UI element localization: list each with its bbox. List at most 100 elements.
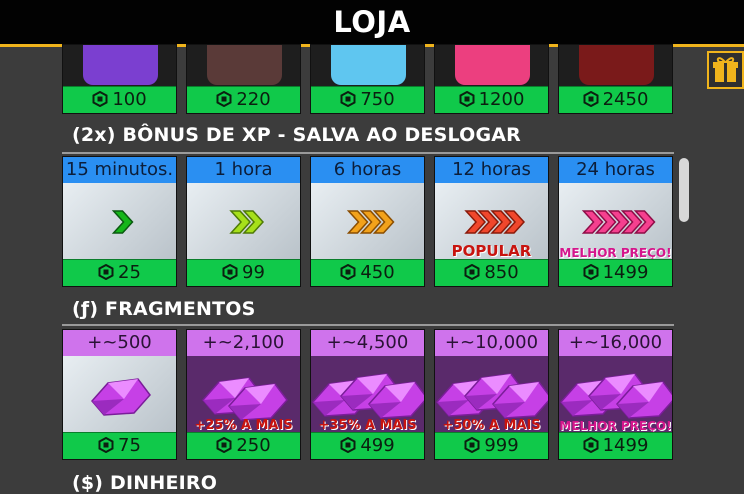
xp-boost-card[interactable]: 15 minutos. 25 [62, 156, 177, 287]
xp-arrows-icon [229, 210, 265, 234]
xp-duration-label: 1 hora [187, 157, 300, 183]
robux-icon [92, 91, 108, 107]
item-tag: +50% A MAIS [442, 418, 541, 433]
fragment-card[interactable]: +~2,100 +25% A MAIS 250 [186, 329, 301, 460]
xp-boost-card[interactable]: 12 horas POPULAR 850 [434, 156, 549, 287]
fragment-card[interactable]: +~4,500 +35% A MAIS 499 [310, 329, 425, 460]
xp-boost-card[interactable]: 24 horas MELHOR PREÇO! 1499 [558, 156, 673, 287]
fragment-amount-label: +~16,000 [559, 330, 672, 356]
xp-boost-card[interactable]: 1 hora 99 [186, 156, 301, 287]
fragment-amount-label: +~10,000 [435, 330, 548, 356]
section-title-money: ($) DINHEIRO [72, 472, 218, 494]
xp-duration-label: 6 horas [311, 157, 424, 183]
price-button[interactable]: 100 [63, 86, 176, 113]
price-value: 100 [112, 89, 147, 110]
item-image [63, 183, 176, 262]
price-button[interactable]: 220 [187, 86, 300, 113]
item-image [187, 45, 300, 89]
item-image: POPULAR [435, 183, 548, 262]
robux-icon [459, 91, 475, 107]
gift-icon [713, 57, 738, 82]
robux-icon [583, 264, 599, 280]
price-button[interactable]: 750 [311, 86, 424, 113]
fragment-amount-label: +~4,500 [311, 330, 424, 356]
price-value: 250 [236, 435, 271, 456]
price-value: 2450 [602, 89, 649, 110]
robux-icon [340, 264, 356, 280]
item-image [63, 45, 176, 89]
section-divider [62, 152, 674, 154]
robux-icon [98, 264, 114, 280]
price-button[interactable]: 75 [63, 432, 176, 459]
robux-icon [98, 437, 114, 453]
fragment-crystal-icon [91, 378, 151, 416]
top-bar: LOJA [0, 0, 744, 47]
price-button[interactable]: 850 [435, 259, 548, 286]
price-value: 1499 [602, 435, 649, 456]
xp-boost-card[interactable]: 6 horas 450 [310, 156, 425, 287]
robux-icon [340, 91, 356, 107]
item-image: +35% A MAIS [311, 356, 424, 435]
item-image [311, 45, 424, 89]
item-tag: +25% A MAIS [194, 418, 293, 433]
page-title: LOJA [333, 5, 411, 39]
xp-arrows-icon [111, 210, 134, 234]
price-button[interactable]: 450 [311, 259, 424, 286]
robux-icon [340, 437, 356, 453]
item-tag: POPULAR [451, 242, 532, 260]
scrollbar[interactable] [679, 158, 689, 222]
section-divider [62, 324, 674, 326]
fragment-card[interactable]: +~500 75 [62, 329, 177, 460]
price-value: 850 [484, 262, 519, 283]
gift-button[interactable] [707, 51, 744, 89]
robux-icon [216, 91, 232, 107]
price-button[interactable]: 499 [311, 432, 424, 459]
fragment-card[interactable]: +~10,000 +50% A MAIS 999 [434, 329, 549, 460]
fragment-amount-label: +~500 [63, 330, 176, 356]
robux-icon [464, 437, 480, 453]
robux-icon [583, 91, 599, 107]
item-image: MELHOR PREÇO! [559, 356, 672, 435]
price-button[interactable]: 99 [187, 259, 300, 286]
price-value: 99 [242, 262, 265, 283]
item-image: +25% A MAIS [187, 356, 300, 435]
item-image [559, 45, 672, 89]
item-tag: +35% A MAIS [318, 418, 417, 433]
shop-item-card[interactable]: 750 [310, 44, 425, 114]
shop-item-card[interactable]: 1200 [434, 44, 549, 114]
item-image: +50% A MAIS [435, 356, 548, 435]
item-tag: MELHOR PREÇO! [559, 246, 672, 260]
price-value: 450 [360, 262, 395, 283]
section-title-xp: (2x) BÔNUS DE XP - SALVA AO DESLOGAR [72, 124, 522, 146]
xp-duration-label: 15 minutos. [63, 157, 176, 183]
price-button[interactable]: 999 [435, 432, 548, 459]
item-image: MELHOR PREÇO! [559, 183, 672, 262]
price-value: 25 [118, 262, 141, 283]
xp-duration-label: 12 horas [435, 157, 548, 183]
xp-arrows-icon [346, 210, 395, 234]
fragment-card[interactable]: +~16,000 MELHOR PREÇO! 1499 [558, 329, 673, 460]
price-value: 999 [484, 435, 519, 456]
robux-icon [216, 437, 232, 453]
price-button[interactable]: 250 [187, 432, 300, 459]
price-value: 750 [360, 89, 395, 110]
robux-icon [222, 264, 238, 280]
item-image [311, 183, 424, 262]
shop-item-card[interactable]: 2450 [558, 44, 673, 114]
price-value: 1200 [478, 89, 525, 110]
price-value: 1499 [602, 262, 649, 283]
fragment-amount-label: +~2,100 [187, 330, 300, 356]
shop-item-card[interactable]: 220 [186, 44, 301, 114]
item-image [435, 45, 548, 89]
price-button[interactable]: 1200 [435, 86, 548, 113]
price-value: 75 [118, 435, 141, 456]
price-button[interactable]: 1499 [559, 259, 672, 286]
price-value: 499 [360, 435, 395, 456]
price-button[interactable]: 2450 [559, 86, 672, 113]
price-button[interactable]: 25 [63, 259, 176, 286]
price-value: 220 [236, 89, 271, 110]
item-tag: MELHOR PREÇO! [559, 419, 672, 433]
item-image [187, 183, 300, 262]
price-button[interactable]: 1499 [559, 432, 672, 459]
shop-item-card[interactable]: 100 [62, 44, 177, 114]
